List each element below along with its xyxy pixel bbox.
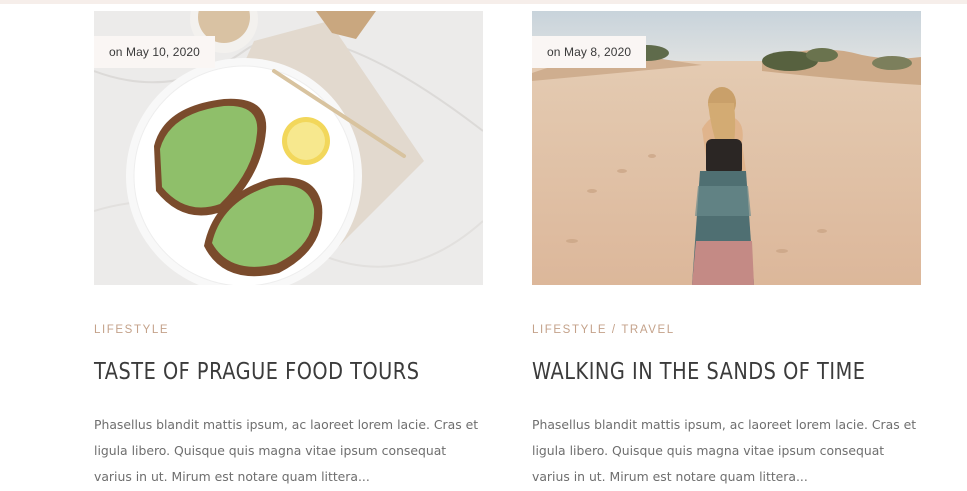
post-card-walking-sands: on May 8, 2020 LIFESTYLE / TRAVEL WALKIN… — [532, 11, 921, 484]
post-category: LIFESTYLE — [94, 324, 169, 336]
post-thumbnail-link[interactable]: on May 10, 2020 — [94, 11, 483, 285]
post-category: LIFESTYLE / TRAVEL — [532, 324, 675, 336]
post-title[interactable]: TASTE OF PRAGUE FOOD TOURS — [94, 359, 421, 385]
category-link-lifestyle[interactable]: LIFESTYLE — [532, 324, 607, 336]
category-separator: / — [607, 324, 622, 336]
post-excerpt: Phasellus blandit mattis ipsum, ac laore… — [94, 417, 479, 484]
post-thumbnail-link[interactable]: on May 8, 2020 — [532, 11, 921, 285]
post-card-prague-food: on May 10, 2020 LIFESTYLE TASTE OF PRAGU… — [94, 11, 483, 484]
post-date-badge: on May 8, 2020 — [532, 36, 647, 68]
category-link-travel[interactable]: TRAVEL — [621, 324, 674, 336]
category-link-lifestyle[interactable]: LIFESTYLE — [94, 324, 169, 336]
header-bottom-edge — [0, 0, 967, 4]
post-excerpt: Phasellus blandit mattis ipsum, ac laore… — [532, 417, 917, 484]
post-date-badge: on May 10, 2020 — [94, 36, 215, 68]
post-title[interactable]: WALKING IN THE SANDS OF TIME — [532, 359, 865, 385]
